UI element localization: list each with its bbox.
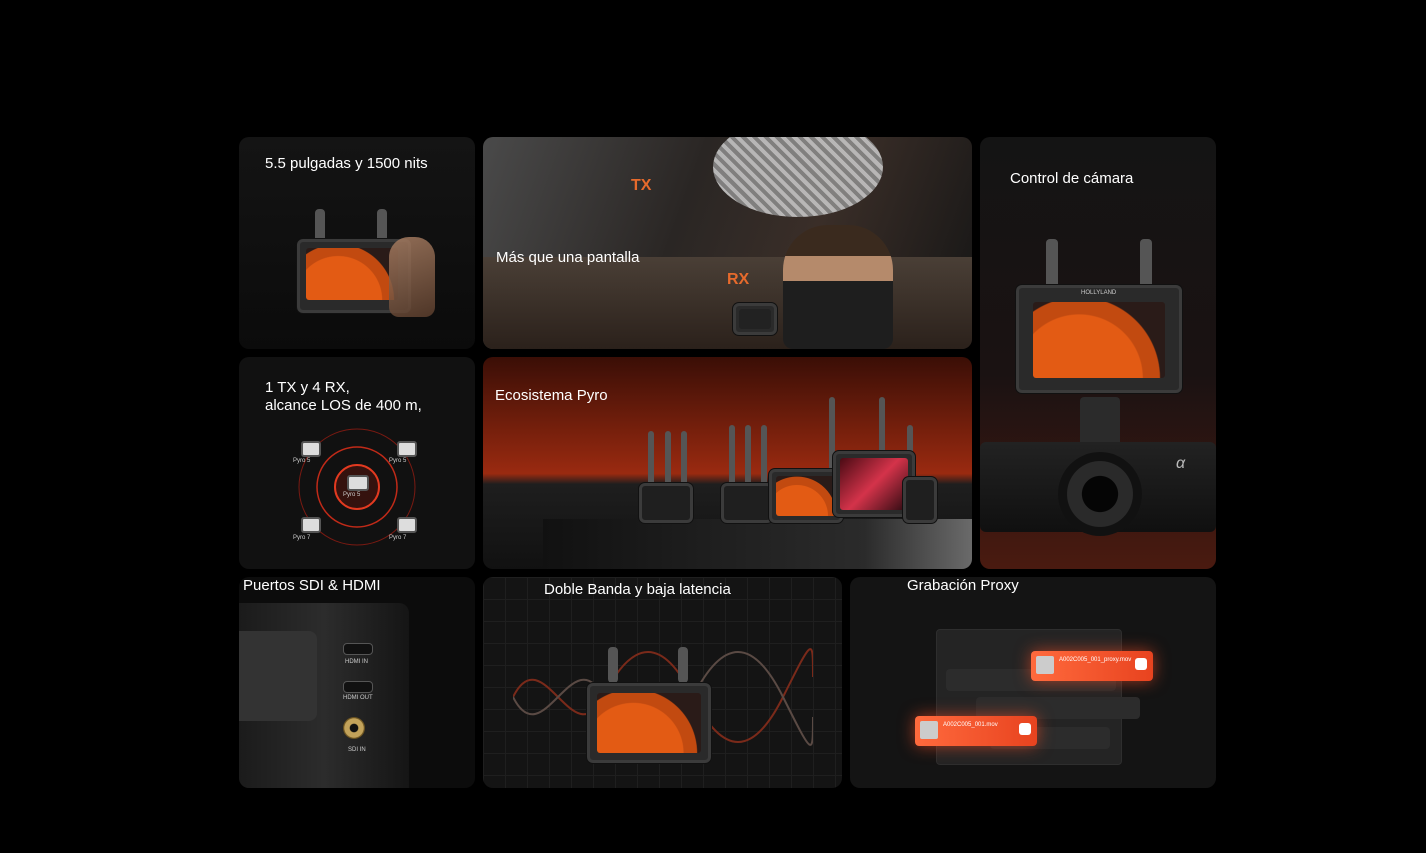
card-screen-scene[interactable]: TX RX Más que una pantalla	[483, 137, 972, 349]
large-monitor-screen	[840, 458, 908, 510]
card-ecosystem-title: Ecosistema Pyro	[495, 387, 608, 404]
card-range-title: 1 TX y 4 RX, alcance LOS de 400 m,	[265, 379, 422, 414]
hdmi-in-label: HDMI IN	[345, 659, 368, 665]
transmitter-box	[721, 483, 773, 523]
rx-label: RX	[727, 271, 750, 288]
antenna	[745, 425, 751, 491]
thumbnail	[1036, 656, 1054, 674]
antenna	[648, 431, 654, 491]
proxy-file-name: A002C005_001_proxy.mov	[1059, 657, 1132, 663]
antenna-right	[377, 209, 387, 243]
rx-node-bottom-left	[301, 517, 321, 533]
card-display-title: 5.5 pulgadas y 1500 nits	[265, 155, 428, 172]
original-file-card[interactable]: A002C005_001.mov	[915, 716, 1037, 746]
rx-node-label: Pyro 5	[389, 458, 407, 464]
antenna-right	[678, 647, 688, 683]
share-icon[interactable]	[1019, 723, 1031, 735]
product-stage	[543, 519, 972, 569]
card-proxy-title: Grabación Proxy	[907, 577, 1019, 594]
card-dualband-title: Doble Banda y baja latencia	[544, 581, 731, 598]
antenna-right	[1140, 239, 1152, 289]
person	[783, 225, 893, 349]
card-screen-title: Más que una pantalla	[496, 249, 640, 266]
rx-node-top-left	[301, 441, 321, 457]
hdmi-in-port	[343, 643, 373, 655]
rx-node-label: Pyro 7	[293, 535, 311, 541]
antenna	[761, 425, 767, 491]
rx-node-label: Pyro 7	[389, 535, 407, 541]
card-ecosystem[interactable]: Ecosistema Pyro	[483, 357, 972, 569]
card-camera-title: Control de cámara	[1010, 170, 1134, 187]
card-ports[interactable]: Puertos SDI & HDMI HDMI IN HDMI OUT SDI …	[239, 577, 475, 788]
camera-monitor: HOLLYLAND	[1016, 285, 1182, 393]
antenna	[729, 425, 735, 491]
sdi-in-label: SDI IN	[348, 747, 366, 753]
hand-image	[389, 237, 435, 317]
handheld-screen	[739, 309, 771, 329]
camera-monitor-screen	[1033, 302, 1165, 378]
rx-node-top-right	[397, 441, 417, 457]
antenna	[681, 431, 687, 491]
antenna-left	[315, 209, 325, 243]
card-display[interactable]: 5.5 pulgadas y 1500 nits	[239, 137, 475, 349]
antenna	[665, 431, 671, 491]
hdmi-out-port	[343, 681, 373, 693]
pyro-monitor-screen	[776, 476, 836, 516]
sdi-in-port	[343, 717, 365, 739]
card-camera-control[interactable]: Control de cámara HOLLYLAND α	[980, 137, 1216, 569]
proxy-file-card[interactable]: A002C005_001_proxy.mov	[1031, 651, 1153, 681]
card-ports-title: Puertos SDI & HDMI	[243, 577, 381, 594]
share-icon[interactable]	[1135, 658, 1147, 670]
alpha-logo: α	[1176, 455, 1186, 472]
center-transmitter	[347, 475, 369, 491]
monitor-screen	[306, 248, 398, 300]
transmitter-box	[903, 477, 937, 523]
rx-node-label: Pyro 5	[293, 458, 311, 464]
pyro-monitor	[769, 469, 843, 523]
battery-plate	[239, 631, 317, 721]
camera-lens	[1058, 452, 1142, 536]
dualband-monitor	[587, 683, 711, 763]
handheld-monitor	[733, 303, 777, 335]
antenna-left	[608, 647, 618, 683]
card-proxy[interactable]: Grabación Proxy A002C005_001_proxy.mov A…	[850, 577, 1216, 788]
antenna-left	[1046, 239, 1058, 289]
transmitter-box	[639, 483, 693, 523]
softbox	[713, 137, 883, 217]
rx-node-bottom-right	[397, 517, 417, 533]
card-dualband[interactable]: Doble Banda y baja latencia	[483, 577, 842, 788]
tx-label: TX	[631, 177, 652, 194]
dualband-monitor-screen	[597, 693, 701, 753]
card-range[interactable]: 1 TX y 4 RX, alcance LOS de 400 m, Pyro …	[239, 357, 475, 569]
mount-arm	[1080, 397, 1120, 447]
thumbnail	[920, 721, 938, 739]
center-label: Pyro 5	[343, 492, 361, 498]
original-file-name: A002C005_001.mov	[943, 722, 998, 728]
hdmi-out-label: HDMI OUT	[343, 695, 373, 701]
brand-label: HOLLYLAND	[1081, 290, 1117, 296]
